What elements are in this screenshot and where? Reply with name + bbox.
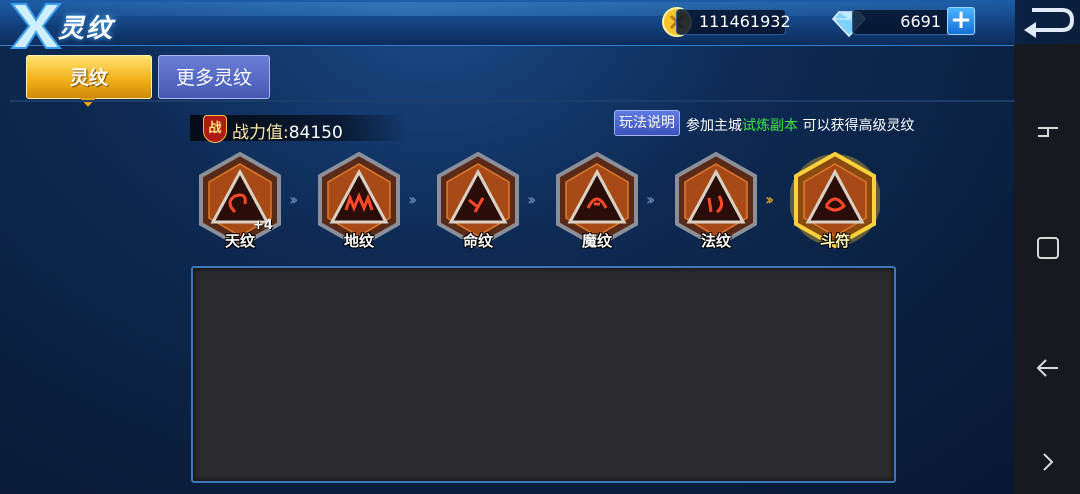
add-gems-button[interactable]: + — [947, 7, 975, 35]
chevron-right-icon: ›› — [408, 190, 417, 209]
chevron-right-icon: ›› — [765, 190, 774, 209]
chevron-right-icon[interactable] — [1034, 448, 1062, 476]
divider — [10, 100, 1015, 102]
power-label: 战力值: — [232, 123, 289, 143]
rune-detail-panel — [191, 266, 896, 483]
x-logo-icon — [9, 3, 63, 49]
split-screen-icon[interactable] — [1034, 116, 1062, 144]
rune-2-label: 地纹 — [343, 232, 374, 250]
tab-more-runes[interactable]: 更多灵纹 — [158, 55, 270, 99]
page-title: 灵纹 — [58, 14, 115, 44]
system-back-icon[interactable] — [1034, 354, 1062, 382]
chevron-right-icon: ›› — [646, 190, 655, 209]
rune-1-level: +4 — [253, 218, 273, 233]
back-icon[interactable] — [1010, 0, 1080, 44]
chevron-right-icon: ›› — [289, 190, 298, 209]
gold-amount: 111461932 — [676, 9, 791, 35]
recent-apps-icon[interactable] — [1034, 234, 1062, 262]
power-text: 战力值:84150 — [232, 118, 343, 143]
rune-5-label: 法纹 — [700, 232, 731, 250]
power-value: 84150 — [288, 123, 343, 143]
hint-highlight: 试炼副本 — [742, 118, 798, 134]
rune-4-label: 魔纹 — [581, 232, 612, 250]
system-nav-bar — [1014, 44, 1080, 494]
rules-button[interactable]: 玩法说明 — [614, 110, 680, 136]
rune-1-label: 天纹 — [224, 232, 255, 250]
hint-suffix: 可以获得高级灵纹 — [802, 118, 915, 134]
rune-6-label: 斗符 — [819, 232, 850, 250]
rune-3-label: 命纹 — [462, 232, 493, 250]
hint-text: 参加主城试炼副本 可以获得高级灵纹 — [686, 115, 914, 135]
tab-rune[interactable]: 灵纹 — [26, 55, 152, 99]
power-badge: 战 — [203, 115, 227, 143]
chevron-right-icon: ›› — [527, 190, 536, 209]
hint-prefix: 参加主城 — [686, 118, 742, 134]
